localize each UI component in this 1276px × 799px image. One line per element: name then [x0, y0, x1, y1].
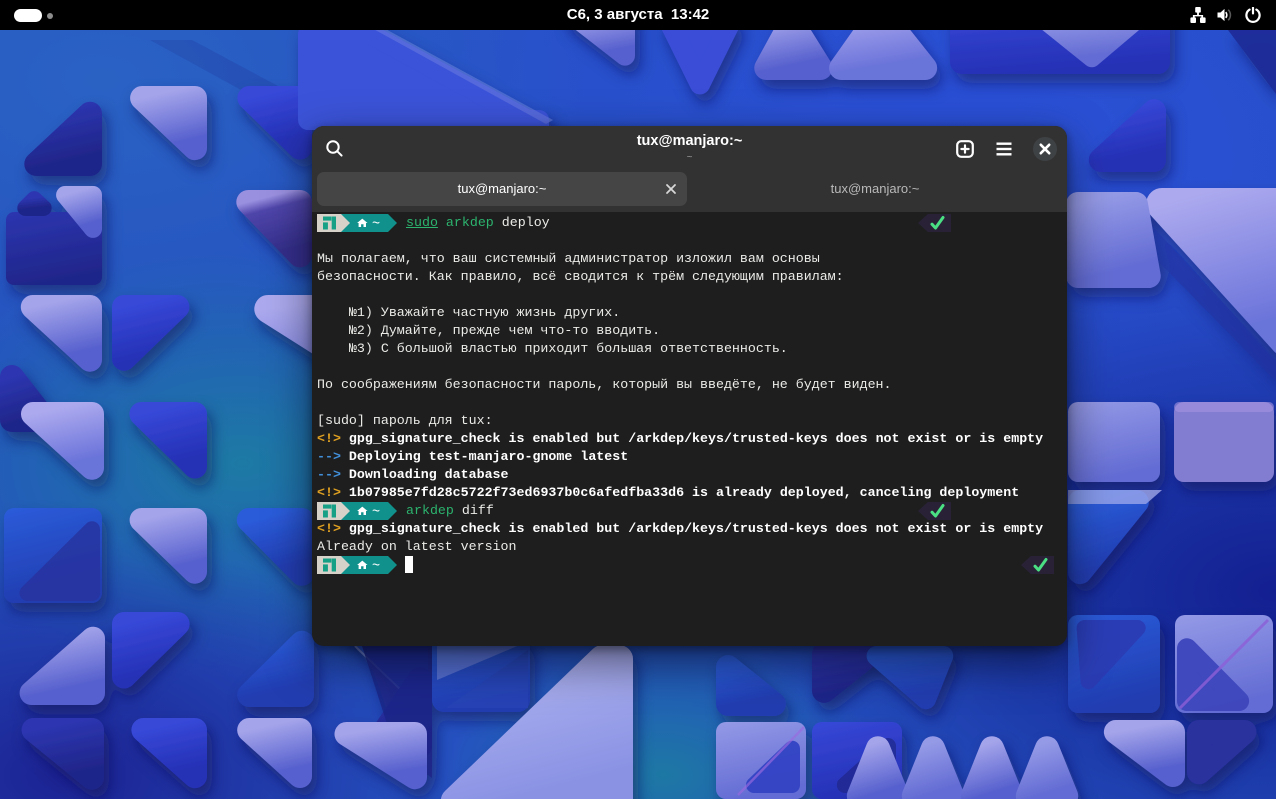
svg-text:~: ~	[372, 218, 380, 233]
svg-text:~: ~	[372, 560, 380, 575]
svg-text:~: ~	[372, 506, 380, 521]
